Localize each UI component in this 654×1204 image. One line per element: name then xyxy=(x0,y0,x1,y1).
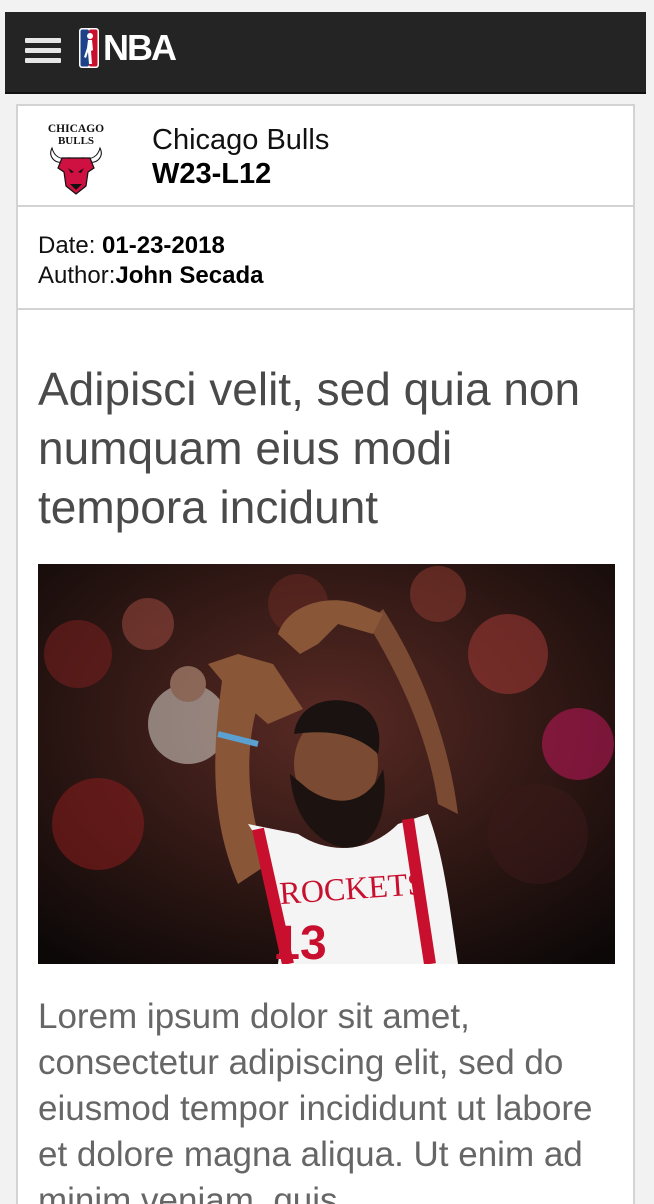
nba-logo[interactable]: NBA xyxy=(79,27,177,69)
author-line: Author:John Secada xyxy=(38,261,633,291)
svg-text:CHICAGO: CHICAGO xyxy=(48,123,104,135)
date-label: Date: xyxy=(38,232,96,259)
svg-text:13: 13 xyxy=(273,917,326,964)
article-headline: Adipisci velit, sed quia non numquam eiu… xyxy=(38,363,581,533)
nba-logo-text: NBA xyxy=(103,27,177,68)
article-photo: ROCKETS 13 xyxy=(38,564,615,964)
svg-text:BULLS: BULLS xyxy=(58,135,94,147)
basketball-player-photo: ROCKETS 13 xyxy=(38,564,615,964)
article-meta: Date: 01-23-2018 Author:John Secada xyxy=(18,209,633,310)
date-value: 01-23-2018 xyxy=(102,232,225,259)
chicago-bulls-logo: CHICAGO BULLS xyxy=(48,123,104,195)
team-name: Chicago Bulls xyxy=(152,124,330,156)
hamburger-menu-icon[interactable] xyxy=(25,36,61,66)
app-frame: NBA CHICAGO BULLS Chicago Bulls W23-L12 … xyxy=(5,12,646,1204)
nba-logo-icon xyxy=(79,28,99,68)
top-navbar: NBA xyxy=(5,12,646,94)
date-line: Date: 01-23-2018 xyxy=(38,231,633,261)
article-body: Lorem ipsum dolor sit amet, consectetur … xyxy=(38,997,593,1204)
article-card: CHICAGO BULLS Chicago Bulls W23-L12 Date… xyxy=(16,104,635,1204)
author-label: Author: xyxy=(38,262,116,289)
author-value: John Secada xyxy=(115,262,264,289)
team-header: CHICAGO BULLS Chicago Bulls W23-L12 xyxy=(18,106,633,207)
team-record: W23-L12 xyxy=(152,158,272,190)
